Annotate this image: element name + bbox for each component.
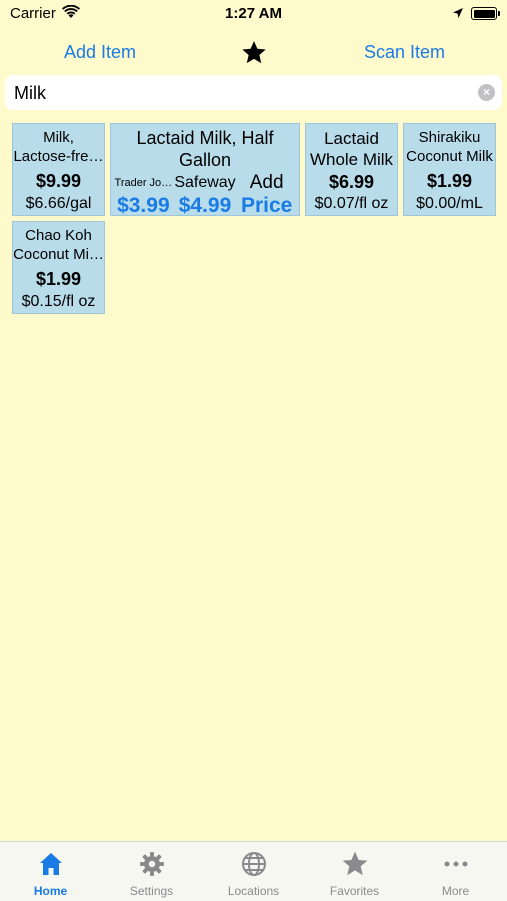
price-label: Price — [240, 194, 293, 216]
item-unit-price: $0.15/fl oz — [21, 293, 96, 310]
tab-label: More — [441, 884, 470, 898]
tab-label: Locations — [227, 884, 280, 898]
item-price: $6.99 — [328, 172, 375, 192]
store-name: Trader Jo… — [114, 177, 173, 189]
item-price: $9.99 — [35, 171, 82, 191]
tab-label: Favorites — [329, 884, 380, 898]
item-card-multi-store[interactable]: Lactaid Milk, Half Gallon Trader Jo… $3.… — [110, 123, 300, 216]
store-price-safeway[interactable]: Safeway $4.99 — [174, 173, 236, 216]
store-name: Safeway — [174, 174, 236, 191]
item-card[interactable]: Lactaid Whole Milk $6.99 $0.07/fl oz — [305, 123, 398, 216]
status-bar: Carrier 1:27 AM — [0, 0, 507, 30]
favorite-star-icon[interactable] — [240, 39, 268, 67]
store-price: $4.99 — [178, 194, 232, 216]
item-name: Shirakiku Coconut Milk — [406, 129, 493, 165]
location-arrow-icon — [453, 8, 463, 18]
battery-icon — [471, 7, 500, 20]
item-card[interactable]: Shirakiku Coconut Milk $1.99 $0.00/mL — [403, 123, 496, 216]
scan-item-button[interactable]: Scan Item — [364, 42, 445, 63]
clock-time: 1:27 AM — [225, 5, 282, 22]
tab-favorites[interactable]: Favorites — [304, 842, 405, 901]
home-icon — [39, 853, 62, 875]
gear-icon — [139, 852, 164, 876]
globe-icon — [241, 852, 266, 876]
tab-label: Settings — [129, 884, 174, 898]
tab-home[interactable]: Home — [0, 842, 101, 901]
tab-locations[interactable]: Locations — [203, 842, 304, 901]
more-icon — [444, 861, 467, 867]
tab-more[interactable]: More — [405, 842, 506, 901]
tab-bar: Home Settings Locations Favorites More — [0, 841, 507, 901]
item-unit-price: $6.66/gal — [25, 195, 92, 212]
add-price-button[interactable]: Add Price — [236, 173, 297, 216]
item-card[interactable]: Chao Koh Coconut Mi… $1.99 $0.15/fl oz — [12, 221, 105, 314]
add-label: Add — [249, 172, 284, 193]
item-price: $1.99 — [426, 171, 473, 191]
tab-label: Home — [33, 884, 68, 898]
tab-settings[interactable]: Settings — [101, 842, 202, 901]
item-price: $1.99 — [35, 269, 82, 289]
item-name: Chao Koh Coconut Mi… — [13, 227, 104, 263]
item-name: Milk, Lactose-fre… — [13, 129, 104, 165]
store-price-trader-joes[interactable]: Trader Jo… $3.99 — [113, 173, 174, 216]
item-unit-price: $0.07/fl oz — [314, 195, 389, 212]
item-card[interactable]: Milk, Lactose-fre… $9.99 $6.66/gal — [12, 123, 105, 216]
item-name: Lactaid Milk, Half Gallon — [136, 128, 274, 170]
search-bar: × — [5, 75, 502, 112]
search-input[interactable] — [12, 75, 471, 112]
item-unit-price: $0.00/mL — [416, 195, 483, 212]
star-icon — [342, 851, 367, 876]
clear-search-icon[interactable]: × — [478, 84, 495, 101]
store-price: $3.99 — [117, 194, 170, 216]
add-item-button[interactable]: Add Item — [64, 42, 136, 63]
item-name: Lactaid Whole Milk — [309, 129, 394, 169]
